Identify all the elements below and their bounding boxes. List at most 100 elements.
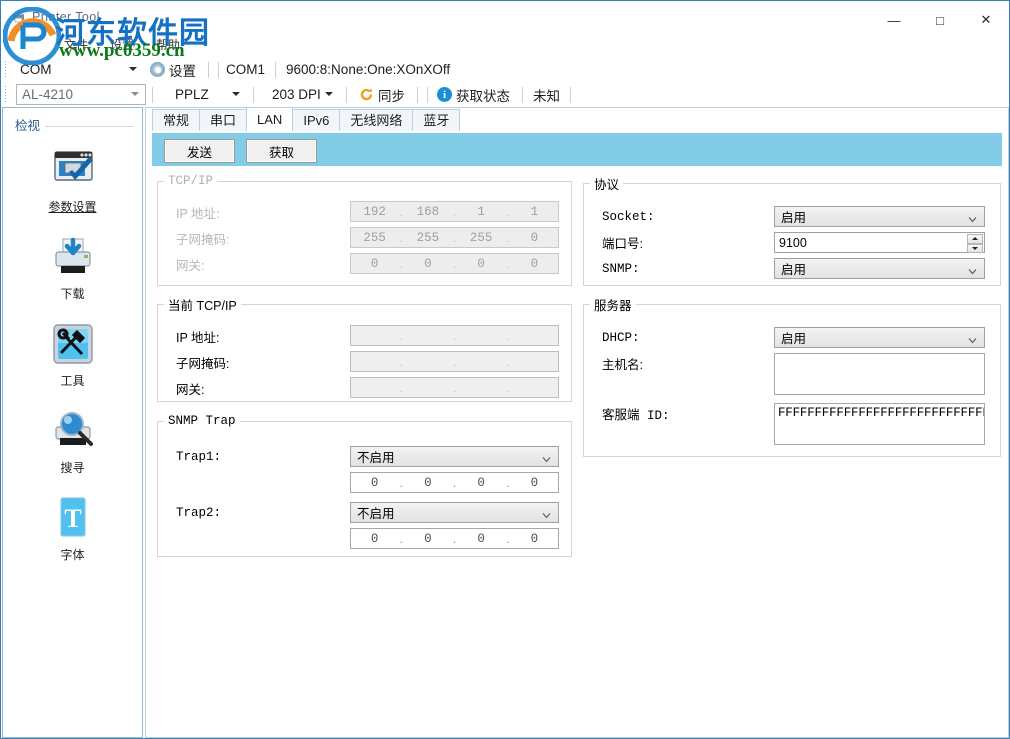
current-ip-label: IP 地址:	[176, 327, 220, 346]
port-type-value: COM	[15, 62, 52, 77]
client-id-input[interactable]: FFFFFFFFFFFFFFFFFFFFFFFFFFFFFFFFFF	[774, 403, 985, 445]
sidebar-header: 检视	[3, 108, 142, 134]
minimize-button[interactable]: —	[871, 1, 917, 39]
dhcp-select[interactable]: 启用	[774, 327, 985, 348]
trap1-mode-value: 不启用	[351, 447, 395, 466]
sidebar-item-tools[interactable]: 工具	[3, 320, 142, 389]
search-printer-icon	[49, 407, 97, 455]
toolbar-separator-9	[522, 87, 523, 103]
maximize-button[interactable]: □	[917, 1, 963, 39]
printer-model-combo[interactable]: AL-4210	[16, 84, 146, 105]
octet: 1	[511, 205, 558, 219]
menu-help[interactable]: 帮助	[145, 34, 191, 54]
tab-serial[interactable]: 串口	[199, 109, 247, 131]
port-number-input[interactable]: 9100	[774, 232, 985, 253]
octet: 0	[458, 532, 505, 546]
trap1-mode-select[interactable]: 不启用	[350, 446, 559, 467]
trap2-ip-input[interactable]: 0. 0. 0. 0	[350, 528, 559, 549]
current-gateway-input[interactable]: . . .	[350, 377, 559, 398]
close-button[interactable]: ✕	[963, 1, 1009, 39]
panel-tcpip: TCP/IP IP 地址: 192. 168. 1. 1 子网掩码: 255. …	[157, 174, 572, 286]
tab-general[interactable]: 常规	[152, 109, 200, 131]
window-controls: — □ ✕	[871, 1, 1009, 39]
sidebar-item-font[interactable]: T 字体	[3, 494, 142, 563]
tcpip-gateway-label: 网关:	[176, 255, 204, 274]
tab-lan[interactable]: LAN	[246, 107, 293, 131]
panel-server-legend: 服务器	[590, 295, 636, 314]
menu-file[interactable]: 文件	[53, 34, 99, 54]
current-gateway-label: 网关:	[176, 379, 204, 398]
port-type-combo[interactable]: COM	[14, 60, 144, 79]
port-settings-label: 设置	[169, 60, 196, 80]
chevron-down-icon	[968, 213, 977, 222]
chevron-down-icon	[542, 509, 551, 518]
tab-bluetooth[interactable]: 蓝牙	[412, 109, 460, 131]
port-number-label: 端口号:	[602, 233, 643, 252]
current-ip-input[interactable]: . . .	[350, 325, 559, 346]
dhcp-label: DHCP:	[602, 331, 640, 345]
sidebar-item-label: 下载	[60, 285, 84, 302]
dhcp-value: 启用	[775, 328, 806, 347]
toolbar-grip[interactable]	[4, 61, 12, 79]
octet: 0	[404, 476, 451, 490]
toolbar-grip-2[interactable]	[4, 86, 12, 104]
panel-protocol: 协议 Socket: 启用 端口号: 9100 S	[583, 174, 1001, 286]
tcpip-gateway-input[interactable]: 0. 0. 0. 0	[350, 253, 559, 274]
tab-ipv6[interactable]: IPv6	[292, 109, 340, 131]
toolbar-separator-8	[427, 87, 428, 103]
field-label-trap2: Trap2:	[176, 502, 221, 523]
sidebar-item-search[interactable]: 搜寻	[3, 407, 142, 476]
download-printer-icon	[49, 233, 97, 281]
panel-snmp-trap-legend: SNMP Trap	[164, 414, 240, 428]
stepper-up-icon[interactable]	[967, 234, 983, 244]
printer-tool-window: Printer Tool — □ ✕ 文件 设置 帮助 COM 设置 COM1 …	[0, 0, 1010, 739]
toolbar-separator-4	[152, 87, 153, 103]
panel-protocol-legend: 协议	[590, 174, 623, 193]
field-label-ip: IP 地址:	[176, 202, 220, 223]
chevron-down-icon	[129, 67, 137, 71]
get-button[interactable]: 获取	[246, 139, 317, 163]
chevron-down-icon	[131, 92, 139, 96]
octet: 192	[351, 205, 398, 219]
send-button[interactable]: 发送	[164, 139, 235, 163]
ip-dot: .	[452, 355, 458, 369]
toolbar-separator-2	[218, 62, 219, 78]
ip-dot: .	[452, 381, 458, 395]
toolbar-separator-10	[570, 87, 571, 103]
port-settings-button[interactable]: 设置	[144, 58, 202, 82]
octet: 255	[351, 231, 398, 245]
trap1-ip-input[interactable]: 0. 0. 0. 0	[350, 472, 559, 493]
field-label-dhcp: DHCP:	[602, 327, 640, 348]
menu-settings[interactable]: 设置	[99, 34, 145, 54]
snmp-select[interactable]: 启用	[774, 258, 985, 279]
sidebar-item-parameter-settings[interactable]: 参数设置	[3, 146, 142, 215]
trap2-mode-select[interactable]: 不启用	[350, 502, 559, 523]
tab-wireless[interactable]: 无线网络	[339, 109, 413, 131]
printer-language-combo[interactable]: PPLZ	[169, 85, 247, 104]
ip-dot: .	[398, 355, 404, 369]
octet: 0	[511, 476, 558, 490]
socket-select[interactable]: 启用	[774, 206, 985, 227]
field-label-gateway: 网关:	[176, 254, 204, 275]
ip-dot: .	[505, 381, 511, 395]
field-label-mask: 子网掩码:	[176, 228, 229, 249]
current-mask-input[interactable]: . . .	[350, 351, 559, 372]
sync-button[interactable]: 同步	[353, 83, 411, 107]
port-number-stepper[interactable]	[967, 234, 983, 253]
ip-dot: .	[398, 381, 404, 395]
chevron-down-icon	[968, 265, 977, 274]
sidebar-items: 参数设置 下载	[3, 134, 142, 563]
stepper-down-icon[interactable]	[967, 244, 983, 254]
toolbar-connection: COM 设置 COM1 9600:8:None:One:XOnXOff	[1, 57, 1009, 82]
get-status-label: 获取状态	[456, 85, 510, 105]
tcpip-mask-label: 子网掩码:	[176, 229, 229, 248]
hostname-input[interactable]	[774, 353, 985, 395]
sidebar-item-download[interactable]: 下载	[3, 233, 142, 302]
tcpip-mask-input[interactable]: 255. 255. 255. 0	[350, 227, 559, 248]
panel-current-tcpip-legend: 当前 TCP/IP	[164, 295, 241, 314]
octet: 0	[458, 476, 505, 490]
printer-dpi-combo[interactable]: 203 DPI	[266, 85, 340, 104]
get-status-button[interactable]: i 获取状态	[431, 83, 516, 107]
snmp-value: 启用	[775, 259, 806, 278]
tcpip-ip-input[interactable]: 192. 168. 1. 1	[350, 201, 559, 222]
